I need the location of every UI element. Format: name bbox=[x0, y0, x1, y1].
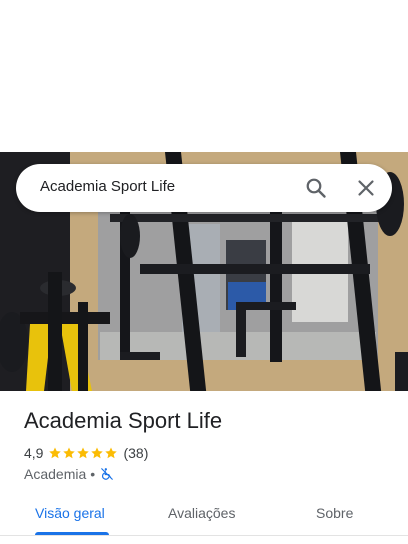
place-tabs: Visão geral Avaliações Sobre bbox=[0, 494, 408, 544]
search-icon[interactable] bbox=[304, 176, 328, 200]
rating-stars bbox=[48, 446, 118, 460]
tab-avaliacoes[interactable]: Avaliações bbox=[168, 505, 235, 521]
place-page: Academia Sport Life Academia Sport Life … bbox=[0, 0, 408, 544]
close-icon[interactable] bbox=[354, 176, 378, 200]
category-row: Academia • bbox=[24, 465, 114, 483]
star-icon bbox=[77, 447, 90, 459]
star-icon bbox=[63, 447, 76, 459]
tab-visao-geral[interactable]: Visão geral bbox=[35, 505, 105, 521]
rating-value: 4,9 bbox=[24, 445, 44, 461]
tabs-divider bbox=[0, 535, 408, 536]
star-icon bbox=[91, 447, 104, 459]
separator-dot: • bbox=[90, 466, 96, 482]
place-title: Academia Sport Life bbox=[24, 408, 223, 433]
map-area[interactable] bbox=[0, 0, 408, 152]
place-category[interactable]: Academia bbox=[24, 466, 86, 482]
search-query-text[interactable]: Academia Sport Life bbox=[40, 178, 175, 195]
rating-row[interactable]: 4,9 (38) bbox=[24, 444, 148, 462]
star-icon bbox=[105, 447, 118, 459]
star-icon bbox=[49, 447, 62, 459]
tab-sobre[interactable]: Sobre bbox=[316, 505, 353, 521]
review-count[interactable]: (38) bbox=[123, 445, 148, 461]
no-wheelchair-icon bbox=[101, 468, 114, 480]
search-bar[interactable]: Academia Sport Life bbox=[16, 164, 392, 212]
